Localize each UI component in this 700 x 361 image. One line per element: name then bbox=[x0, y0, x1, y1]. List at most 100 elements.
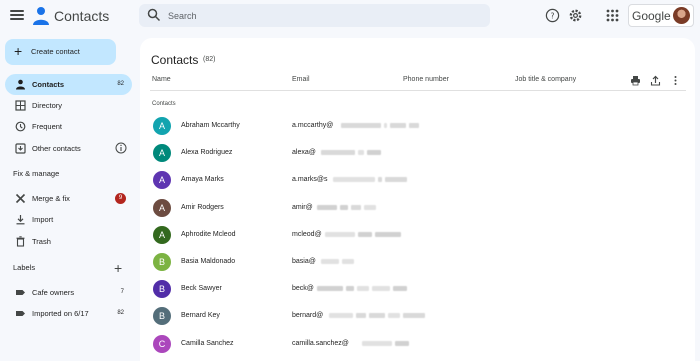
sidebar-item-frequent[interactable]: Frequent bbox=[5, 116, 132, 137]
sidebar-item-label-cafe-owners[interactable]: Cafe owners 7 bbox=[5, 282, 132, 303]
more-options-icon[interactable] bbox=[670, 75, 681, 86]
contact-avatar: A bbox=[153, 198, 171, 217]
contact-avatar: B bbox=[153, 280, 171, 299]
redacted-email-fragment bbox=[341, 123, 382, 128]
create-contact-button[interactable]: + Create contact bbox=[5, 39, 116, 65]
info-icon[interactable] bbox=[115, 142, 127, 154]
sidebar-item-label: Imported on 6/17 bbox=[32, 309, 89, 318]
header-divider bbox=[150, 90, 686, 91]
google-logo: Google bbox=[632, 9, 671, 23]
sidebar-item-label: Other contacts bbox=[32, 144, 81, 153]
contact-name: Abraham Mccarthy bbox=[181, 122, 240, 129]
search-icon[interactable] bbox=[147, 8, 161, 22]
contact-name: Bernard Key bbox=[181, 312, 220, 320]
column-header-phone: Phone number bbox=[403, 76, 449, 83]
history-icon bbox=[15, 121, 26, 132]
contact-avatar: A bbox=[153, 225, 171, 244]
labels-heading: Labels bbox=[13, 263, 36, 272]
contact-row[interactable]: A Amir Rodgers amir@ bbox=[140, 195, 695, 222]
fix-manage-heading: Fix & manage bbox=[13, 169, 60, 178]
contact-avatar: A bbox=[153, 117, 171, 135]
contact-row[interactable]: B Basia Maldonado basia@ bbox=[140, 249, 695, 276]
sidebar-item-trash[interactable]: Trash bbox=[5, 231, 132, 252]
main-menu-button[interactable] bbox=[9, 8, 25, 24]
redacted-email-fragment bbox=[366, 150, 381, 156]
redacted-email-fragment bbox=[328, 313, 353, 319]
redacted-email-fragment bbox=[356, 286, 369, 292]
settings-gear-icon[interactable] bbox=[568, 8, 583, 23]
google-apps-icon[interactable] bbox=[605, 8, 620, 23]
sidebar-item-merge-fix[interactable]: Merge & fix 9 bbox=[5, 188, 132, 209]
help-icon[interactable]: ? bbox=[545, 8, 560, 23]
contact-row[interactable]: B Beck Sawyer beck@ bbox=[140, 276, 695, 303]
redacted-email-fragment bbox=[402, 313, 425, 319]
column-header-name[interactable]: Name bbox=[152, 76, 171, 83]
sidebar-item-import[interactable]: Import bbox=[5, 209, 132, 230]
export-icon[interactable] bbox=[650, 75, 661, 86]
label-icon bbox=[16, 311, 25, 316]
redacted-email-fragment bbox=[392, 286, 407, 292]
create-contact-label: Create contact bbox=[31, 47, 80, 56]
account-switcher[interactable]: Google bbox=[628, 4, 694, 27]
label-count: 82 bbox=[117, 310, 124, 316]
contact-row[interactable]: A Amaya Marks a.marks@s bbox=[140, 167, 695, 194]
redacted-email-fragment bbox=[345, 286, 354, 292]
top-bar: Contacts ? Google bbox=[0, 0, 700, 32]
contact-name: Aphrodite Mcleod bbox=[181, 230, 236, 238]
contact-avatar: A bbox=[153, 171, 171, 190]
contact-row[interactable]: A Aphrodite Mcleod mcleod@ bbox=[140, 222, 695, 249]
sidebar-item-label-imported[interactable]: Imported on 6/17 82 bbox=[5, 303, 132, 324]
contact-row[interactable]: A Abraham Mccarthy a.mccarthy@ bbox=[140, 113, 695, 140]
contacts-panel: Contacts (82) Name Email Phone number Jo… bbox=[140, 38, 695, 361]
redacted-email-fragment bbox=[361, 340, 392, 346]
contact-email: alexa@ bbox=[292, 149, 316, 157]
merge-count-badge: 9 bbox=[115, 193, 126, 204]
sidebar-item-contacts[interactable]: Contacts 82 bbox=[5, 74, 132, 95]
redacted-email-fragment bbox=[350, 204, 361, 210]
redacted-email-fragment bbox=[390, 123, 407, 128]
contact-row[interactable]: C Camilla Sanchez camilla.sanchez@ bbox=[140, 331, 695, 358]
search-bar[interactable] bbox=[139, 4, 490, 27]
column-header-job: Job title & company bbox=[515, 76, 577, 83]
redacted-email-fragment bbox=[339, 204, 348, 210]
contact-email: bernard@ bbox=[292, 312, 324, 320]
sidebar-item-label: Directory bbox=[32, 101, 63, 110]
redacted-email-fragment bbox=[374, 231, 401, 237]
group-label: Contacts bbox=[152, 101, 176, 107]
redacted-email-fragment bbox=[387, 313, 400, 319]
redacted-email-fragment bbox=[357, 231, 372, 237]
label-count: 7 bbox=[120, 289, 124, 295]
account-avatar[interactable] bbox=[673, 7, 690, 24]
contacts-count: 82 bbox=[117, 81, 124, 87]
contact-avatar: A bbox=[153, 144, 171, 163]
contact-row[interactable]: A Alexa Rodriguez alexa@ bbox=[140, 140, 695, 167]
contact-email: basia@ bbox=[292, 258, 316, 265]
contact-name: Basia Maldonado bbox=[181, 258, 236, 265]
contact-email: a.mccarthy@ bbox=[292, 122, 334, 129]
app-title: Contacts bbox=[54, 8, 110, 24]
redacted-email-fragment bbox=[320, 259, 339, 264]
print-icon[interactable] bbox=[630, 75, 641, 86]
person-icon bbox=[16, 79, 25, 90]
contact-row[interactable]: B Bernard Key bernard@ bbox=[140, 303, 695, 330]
import-icon bbox=[16, 215, 25, 225]
redacted-email-fragment bbox=[363, 204, 376, 210]
search-input[interactable] bbox=[168, 7, 468, 24]
page-count: (82) bbox=[203, 56, 216, 63]
contact-email: camilla.sanchez@ bbox=[292, 339, 349, 347]
contact-name: Amir Rodgers bbox=[181, 203, 224, 211]
contact-avatar: B bbox=[153, 253, 171, 271]
redacted-email-fragment bbox=[394, 340, 409, 346]
sidebar-item-other-contacts[interactable]: Other contacts bbox=[5, 138, 132, 159]
contact-email: beck@ bbox=[292, 285, 314, 293]
contact-email: a.marks@s bbox=[292, 176, 328, 184]
contact-name: Camilla Sanchez bbox=[181, 339, 234, 347]
add-label-icon[interactable]: + bbox=[114, 261, 122, 275]
sidebar-item-directory[interactable]: Directory bbox=[5, 95, 132, 116]
redacted-email-fragment bbox=[368, 313, 385, 319]
plus-icon: + bbox=[14, 43, 23, 59]
sidebar-item-label: Cafe owners bbox=[32, 288, 75, 297]
label-icon bbox=[16, 290, 25, 295]
sidebar-item-label: Frequent bbox=[32, 122, 63, 131]
merge-icon bbox=[15, 193, 26, 204]
